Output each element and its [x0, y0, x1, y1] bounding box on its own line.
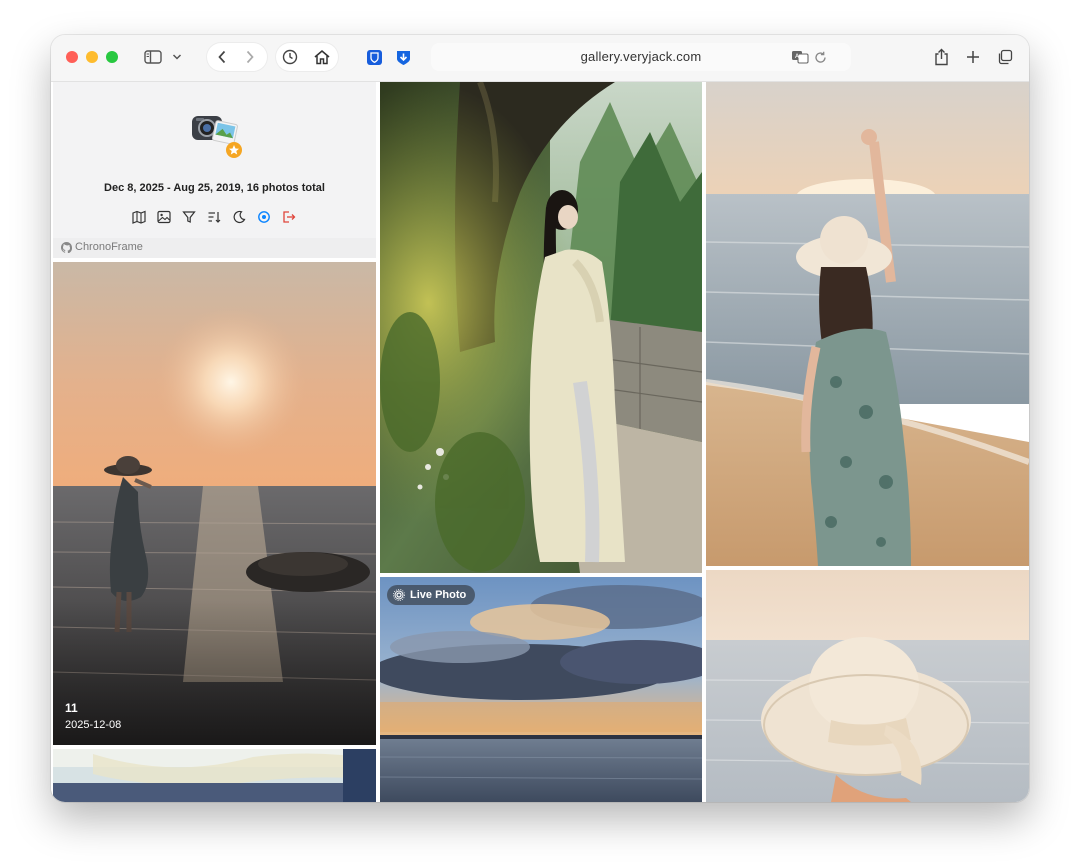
photo-card-sunset-sea[interactable]: 11 2025-12-08	[53, 262, 376, 745]
camera-logo-icon	[190, 110, 246, 166]
browser-window: gallery.veryjack.com A Dec 8, 2025 - Aug…	[51, 35, 1029, 802]
photo-sunset-sea-image	[53, 262, 376, 745]
moon-icon[interactable]	[231, 209, 247, 225]
project-link[interactable]: ChronoFrame	[53, 238, 376, 258]
photo-card-forest-woman[interactable]	[380, 82, 702, 573]
photo-white-hat-image	[706, 570, 1029, 802]
photo-card-beach-wave[interactable]	[706, 82, 1029, 566]
minimize-window-button[interactable]	[86, 51, 98, 63]
bitwarden-shield-icon[interactable]	[363, 46, 385, 68]
sort-icon[interactable]	[206, 209, 222, 225]
project-label[interactable]: ChronoFrame	[75, 241, 143, 253]
chevron-down-icon[interactable]	[169, 46, 185, 68]
back-arrow-icon[interactable]	[209, 46, 235, 68]
live-photo-icon	[393, 589, 405, 601]
image-icon[interactable]	[156, 209, 172, 225]
close-window-button[interactable]	[66, 51, 78, 63]
history-clock-icon[interactable]	[279, 46, 301, 68]
live-photo-badge: Live Photo	[387, 585, 476, 605]
gallery-toolbar	[131, 209, 297, 227]
filter-icon[interactable]	[181, 209, 197, 225]
photo-card-clouds[interactable]: Live Photo	[380, 577, 702, 802]
zoom-window-button[interactable]	[106, 51, 118, 63]
circle-dot-icon[interactable]	[256, 209, 272, 225]
forward-arrow-icon[interactable]	[237, 46, 263, 68]
photo-beach-wave-image	[706, 82, 1029, 566]
sidebar-toggle-icon[interactable]	[141, 46, 165, 68]
translate-icon[interactable]: A	[789, 46, 811, 68]
photo-forest-woman-image	[380, 82, 702, 573]
photo-card-white-hat[interactable]	[706, 570, 1029, 802]
photo-clouds-image	[380, 577, 702, 802]
reload-icon[interactable]	[812, 46, 828, 68]
github-icon	[61, 242, 72, 253]
new-tab-plus-icon[interactable]	[963, 46, 983, 68]
photo-curtain-image	[53, 749, 376, 802]
download-shield-icon[interactable]	[392, 46, 414, 68]
logout-icon[interactable]	[281, 209, 297, 225]
gallery-page: Dec 8, 2025 - Aug 25, 2019, 16 photos to…	[51, 82, 1029, 802]
photo-index-label: 11	[65, 701, 78, 715]
gallery-summary: Dec 8, 2025 - Aug 25, 2019, 16 photos to…	[104, 182, 325, 194]
address-bar[interactable]: gallery.veryjack.com	[431, 43, 851, 71]
map-icon[interactable]	[131, 209, 147, 225]
live-photo-label: Live Photo	[410, 589, 467, 601]
gallery-header: Dec 8, 2025 - Aug 25, 2019, 16 photos to…	[53, 82, 376, 243]
url-text[interactable]: gallery.veryjack.com	[431, 49, 851, 64]
tab-overview-icon[interactable]	[995, 46, 1015, 68]
share-icon[interactable]	[931, 46, 951, 68]
browser-toolbar: gallery.veryjack.com A	[51, 35, 1029, 82]
photo-card-curtain[interactable]	[53, 749, 376, 802]
photo-date-label: 2025-12-08	[65, 719, 122, 731]
home-icon[interactable]	[310, 46, 334, 68]
